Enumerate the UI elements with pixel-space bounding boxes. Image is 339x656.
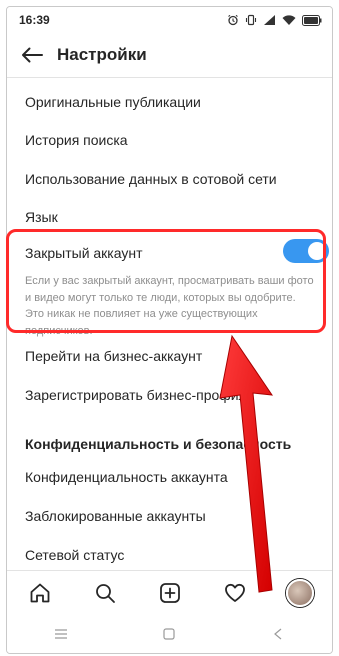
setting-search-history[interactable]: История поиска: [25, 132, 128, 148]
nav-profile[interactable]: [278, 571, 322, 615]
status-icons: [227, 14, 322, 26]
private-account-section: Закрытый аккаунт Если у вас закрытый акк…: [25, 239, 329, 337]
private-account-toggle[interactable]: [283, 239, 329, 263]
nav-add[interactable]: [148, 571, 192, 615]
heart-icon: [224, 583, 245, 602]
private-account-label: Закрытый аккаунт: [25, 245, 143, 261]
system-back-button[interactable]: [258, 614, 298, 653]
page-title: Настройки: [57, 45, 147, 64]
wifi-icon: [282, 15, 296, 25]
back-triangle-icon: [273, 628, 282, 639]
setting-register-business[interactable]: Зарегистрировать бизнес-профиль: [25, 387, 254, 403]
search-icon: [95, 584, 115, 603]
setting-cellular-data[interactable]: Использование данных в сотовой сети: [25, 171, 277, 187]
add-icon: [159, 583, 180, 603]
bottom-navigation: [7, 570, 332, 615]
signal-icon: [264, 15, 275, 25]
nav-activity[interactable]: [213, 571, 257, 615]
system-menu-button[interactable]: [41, 614, 81, 653]
toggle-knob: [308, 242, 326, 260]
app-bar: Настройки: [7, 33, 332, 78]
vibrate-icon: [245, 14, 257, 26]
nav-search[interactable]: [83, 571, 127, 615]
menu-icon: [55, 628, 68, 639]
setting-language[interactable]: Язык: [25, 209, 58, 225]
battery-icon: [302, 14, 322, 26]
setting-switch-business[interactable]: Перейти на бизнес-аккаунт: [25, 348, 202, 364]
home-square-icon: [163, 627, 176, 640]
system-navigation: [7, 614, 332, 653]
home-icon: [30, 583, 49, 603]
setting-original-posts[interactable]: Оригинальные публикации: [25, 94, 201, 110]
privacy-section-heading: Конфиденциальность и безопасность: [25, 436, 292, 452]
back-arrow-icon: [22, 47, 43, 63]
private-account-description: Если у вас закрытый аккаунт, просматрива…: [25, 275, 314, 337]
status-time: 16:39: [19, 13, 50, 27]
nav-home[interactable]: [18, 571, 62, 615]
setting-blocked-accounts[interactable]: Заблокированные аккаунты: [25, 508, 206, 524]
setting-account-privacy[interactable]: Конфиденциальность аккаунта: [25, 469, 228, 485]
setting-activity-status[interactable]: Сетевой статус: [25, 547, 124, 563]
system-home-button[interactable]: [149, 614, 189, 653]
phone-frame: 16:39 Настройки Оригинальные публикации …: [6, 6, 333, 654]
profile-avatar: [285, 579, 314, 607]
back-button[interactable]: [7, 33, 57, 77]
status-bar: 16:39: [7, 7, 332, 33]
alarm-icon: [228, 14, 238, 26]
